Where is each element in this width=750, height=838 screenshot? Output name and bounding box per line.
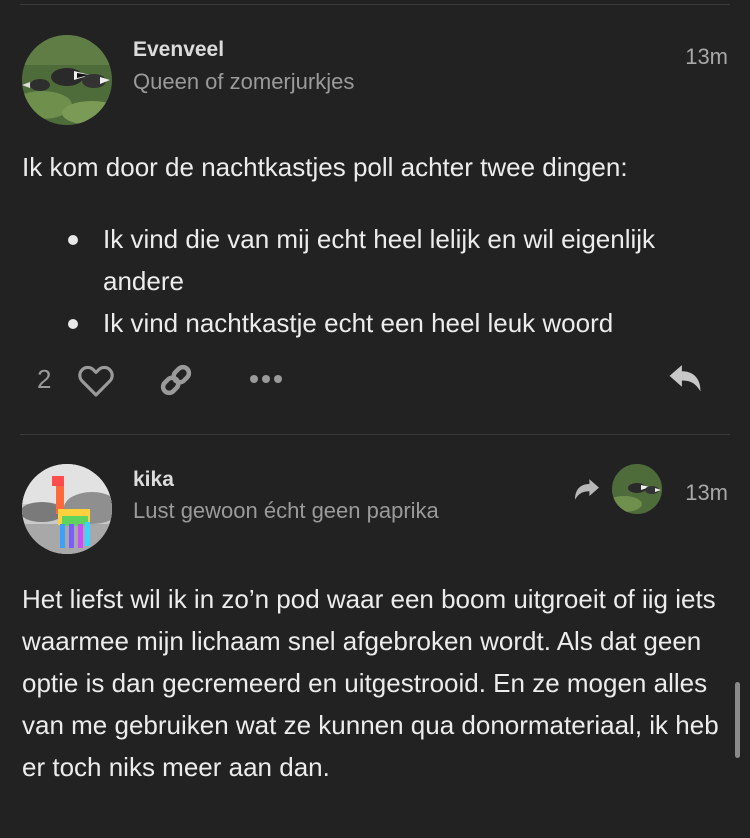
user-title: Lust gewoon écht geen paprika [133,498,439,523]
reply-to-avatar[interactable] [612,464,662,514]
rainbow-llama-avatar-image [22,464,112,554]
badgers-avatar-image [612,464,662,514]
avatar[interactable] [22,464,112,554]
post-time[interactable]: 13m [685,480,728,506]
reply-arrow-icon [572,478,602,507]
username[interactable]: kika [133,468,174,492]
post-text: Het liefst wil ik in zo’n pod waar een b… [22,584,719,782]
scrollbar[interactable] [735,682,740,758]
post-kika: kika Lust gewoon écht geen paprika 13m H… [0,0,750,838]
reply-to-indicator[interactable] [572,464,662,516]
